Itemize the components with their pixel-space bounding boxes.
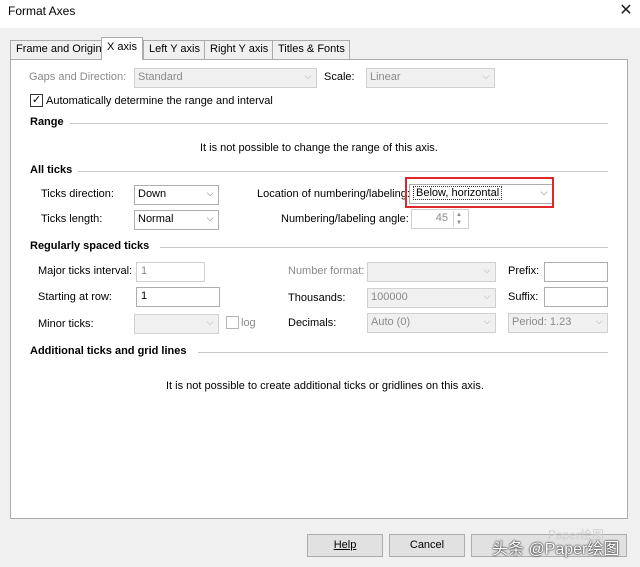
chevron-down-icon: ⌵	[206, 317, 214, 327]
gaps-direction-value: Standard	[138, 71, 183, 83]
period-select[interactable]: Period: 1.23 ⌵	[508, 313, 608, 333]
period-value: Period: 1.23	[512, 316, 572, 328]
starting-row-label: Starting at row:	[38, 291, 112, 303]
ticks-direction-value: Down	[138, 188, 167, 200]
regular-ticks-divider	[160, 247, 608, 248]
arrow-down-icon[interactable]: ▼	[456, 219, 462, 227]
ticks-length-select[interactable]: Normal ⌵	[134, 210, 219, 230]
range-divider	[70, 123, 608, 124]
all-ticks-section-title: All ticks	[30, 164, 79, 176]
log-checkbox[interactable]	[226, 316, 239, 329]
location-labeling-label: Location of numbering/labeling:	[257, 188, 410, 200]
thousands-select[interactable]: 100000 ⌵	[367, 288, 496, 308]
additional-section-title: Additional ticks and grid lines	[30, 345, 193, 357]
highlight-box	[405, 177, 554, 208]
suffix-label: Suffix:	[508, 291, 539, 303]
auto-range-checkbox[interactable]: ✓	[30, 94, 43, 107]
regular-ticks-section-title: Regularly spaced ticks	[30, 240, 156, 252]
range-message: It is not possible to change the range o…	[200, 142, 438, 154]
additional-divider	[198, 352, 608, 353]
spinner-buttons[interactable]: ▲ ▼	[453, 211, 467, 227]
number-format-label: Number format:	[288, 265, 365, 277]
decimals-select[interactable]: Auto (0) ⌵	[367, 313, 496, 333]
x-axis-panel	[10, 59, 628, 519]
prefix-field[interactable]	[544, 262, 608, 282]
help-button-label: Help	[333, 539, 357, 551]
chevron-down-icon: ⌵	[595, 316, 603, 326]
watermark: 头条 @Paper绘图	[492, 541, 620, 558]
tab-left-y-axis[interactable]: Left Y axis	[143, 40, 205, 59]
additional-message: It is not possible to create additional …	[166, 380, 484, 392]
close-icon[interactable]: ✕	[617, 1, 635, 21]
scale-value: Linear	[370, 71, 401, 83]
starting-row-field[interactable]: 1	[136, 287, 220, 307]
suffix-field[interactable]	[544, 287, 608, 307]
log-label: log	[241, 317, 256, 329]
minor-ticks-label: Minor ticks:	[38, 318, 94, 330]
chevron-down-icon: ⌵	[206, 188, 214, 198]
ticks-length-label: Ticks length:	[41, 213, 103, 225]
chevron-down-icon: ⌵	[483, 316, 491, 326]
chevron-down-icon: ⌵	[482, 71, 490, 81]
major-ticks-label: Major ticks interval:	[38, 265, 133, 277]
scale-label: Scale:	[324, 71, 355, 83]
labeling-angle-value: 45	[435, 212, 448, 224]
arrow-up-icon[interactable]: ▲	[456, 211, 462, 219]
chevron-down-icon: ⌵	[304, 71, 312, 81]
tab-frame-and-origin[interactable]: Frame and Origin	[10, 40, 102, 59]
minor-ticks-select[interactable]: ⌵	[134, 314, 219, 334]
range-section-title: Range	[30, 116, 70, 128]
ticks-direction-select[interactable]: Down ⌵	[134, 185, 219, 205]
window-title: Format Axes	[8, 4, 76, 18]
tab-right-y-axis[interactable]: Right Y axis	[204, 40, 273, 59]
labeling-angle-spinner[interactable]: 45 ▲ ▼	[411, 209, 469, 229]
major-ticks-field[interactable]: 1	[136, 262, 205, 282]
prefix-label: Prefix:	[508, 265, 540, 277]
cancel-button[interactable]: Cancel	[389, 534, 465, 557]
decimals-value: Auto (0)	[371, 316, 411, 328]
gaps-direction-select[interactable]: Standard ⌵	[134, 68, 317, 88]
chevron-down-icon: ⌵	[206, 213, 214, 223]
thousands-label: Thousands:	[288, 292, 346, 304]
thousands-value: 100000	[371, 291, 408, 303]
tab-titles-and-fonts[interactable]: Titles & Fonts	[272, 40, 350, 59]
ticks-direction-label: Ticks direction:	[41, 188, 114, 200]
number-format-select[interactable]: ⌵	[367, 262, 496, 282]
ticks-length-value: Normal	[138, 213, 174, 225]
auto-range-label: Automatically determine the range and in…	[46, 95, 273, 107]
title-bar	[0, 0, 640, 28]
all-ticks-divider	[78, 171, 608, 172]
chevron-down-icon: ⌵	[483, 265, 491, 275]
help-button[interactable]: Help	[307, 534, 383, 557]
scale-select[interactable]: Linear ⌵	[366, 68, 495, 88]
chevron-down-icon: ⌵	[483, 291, 491, 301]
gaps-direction-label: Gaps and Direction:	[29, 71, 127, 83]
labeling-angle-label: Numbering/labeling angle:	[281, 213, 409, 225]
tab-x-axis[interactable]: X axis	[101, 37, 143, 60]
decimals-label: Decimals:	[288, 317, 337, 329]
